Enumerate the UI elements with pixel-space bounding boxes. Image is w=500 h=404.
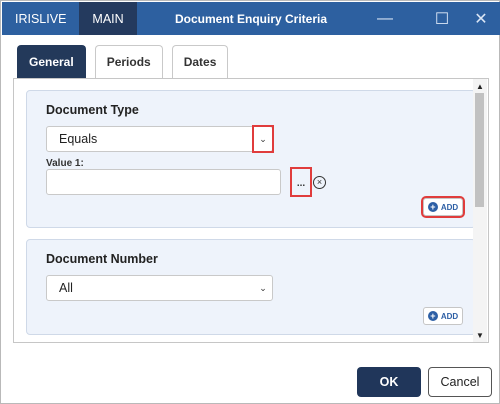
env-tab-main[interactable]: MAIN	[79, 2, 137, 35]
value-1-label: Value 1:	[46, 158, 84, 169]
ok-button[interactable]: OK	[357, 367, 421, 397]
value-1-input[interactable]	[46, 169, 281, 195]
scroll-up-icon[interactable]: ▲	[474, 80, 486, 92]
plus-circle-icon: +	[427, 311, 438, 321]
document-number-operator-value: All	[59, 281, 73, 295]
plus-circle-icon: +	[427, 202, 438, 212]
cancel-button[interactable]: Cancel	[428, 367, 492, 397]
title-bar: IRISLIVE MAIN Document Enquiry Criteria …	[2, 2, 500, 35]
add-button-label: ADD	[440, 311, 459, 321]
criteria-panel: Document Type Equals ⌄ Value 1: ... × + …	[13, 78, 489, 343]
tab-dates[interactable]: Dates	[171, 45, 229, 78]
document-number-operator-select[interactable]: All ⌄	[46, 275, 273, 301]
add-button-label: ADD	[440, 202, 459, 212]
minimize-icon[interactable]: —	[368, 2, 402, 35]
add-button[interactable]: + ADD	[421, 196, 465, 218]
clear-icon[interactable]: ×	[313, 176, 326, 189]
tab-general[interactable]: General	[17, 45, 86, 78]
document-type-operator-value: Equals	[59, 132, 98, 146]
document-type-card: Document Type Equals ⌄ Value 1: ... × + …	[26, 90, 476, 228]
scroll-down-icon[interactable]: ▼	[474, 329, 486, 341]
dialog-window: IRISLIVE MAIN Document Enquiry Criteria …	[0, 0, 500, 404]
scrollbar-thumb[interactable]	[475, 93, 484, 207]
chevron-down-icon[interactable]: ⌄	[252, 125, 274, 153]
lookup-button[interactable]: ...	[290, 167, 312, 197]
env-tab-irislive[interactable]: IRISLIVE	[2, 2, 79, 35]
chevron-down-icon[interactable]: ⌄	[254, 276, 272, 300]
document-type-operator-select[interactable]: Equals ⌄	[46, 125, 274, 153]
document-number-card: Document Number All ⌄ + ADD	[26, 239, 476, 335]
close-icon[interactable]: ✕	[464, 2, 498, 35]
document-number-title: Document Number	[46, 252, 158, 266]
vertical-scrollbar[interactable]: ▲ ▼	[473, 79, 487, 342]
document-type-title: Document Type	[46, 103, 139, 117]
add-button-number[interactable]: + ADD	[423, 307, 463, 325]
tab-strip: General Periods Dates	[17, 45, 229, 78]
maximize-icon[interactable]: ☐	[425, 2, 459, 35]
tab-periods[interactable]: Periods	[94, 45, 163, 78]
